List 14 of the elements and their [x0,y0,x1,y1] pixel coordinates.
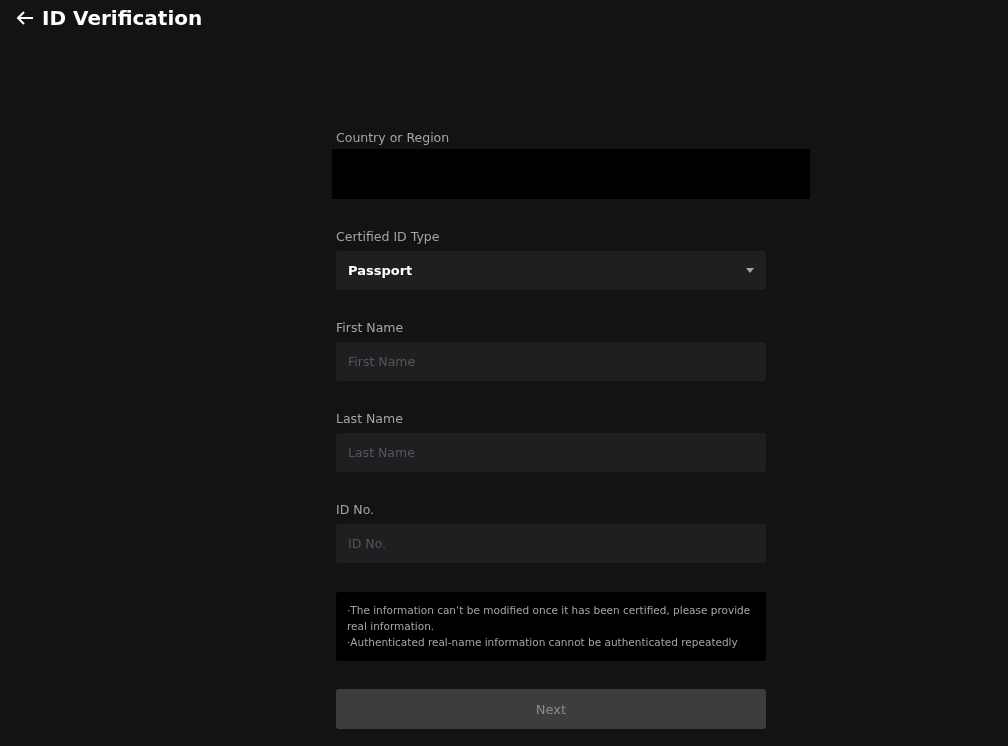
field-label: Country or Region [336,130,451,145]
back-arrow-icon[interactable] [16,10,34,26]
input-field[interactable]: Last Name [336,433,766,472]
field-label: Last Name [336,411,404,426]
field-label: ID No. [336,502,376,517]
field-label: Certified ID Type [336,229,441,244]
notice-text: ·Authenticated real-name information cannot be authenticated repeatedly [347,635,739,650]
page-title: ID Verification [42,6,203,30]
id-type-select[interactable]: Passport [336,251,766,290]
caret-icon [746,268,754,273]
notice-text: ·The information can‘t be modified once it has been certified, please provide real information. [347,603,752,634]
input-field[interactable]: ID No. [336,524,766,563]
input-field[interactable]: First Name [336,342,766,381]
field-label: First Name [336,320,405,335]
